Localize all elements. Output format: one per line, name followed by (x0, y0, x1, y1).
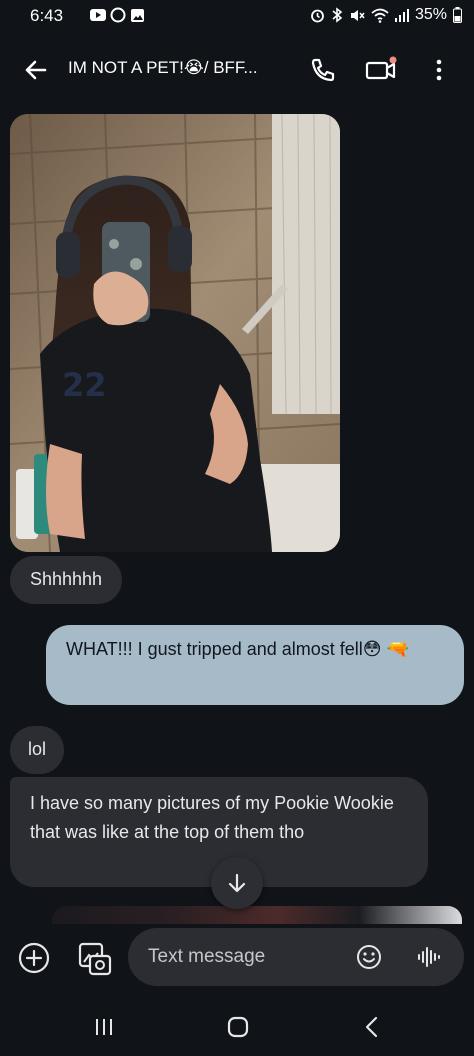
video-call-button[interactable] (362, 52, 400, 88)
image-message-partial[interactable] (52, 906, 462, 924)
gallery-button[interactable] (76, 940, 112, 978)
voice-message-button[interactable] (414, 942, 444, 972)
message-text: lol (28, 739, 47, 759)
signal-icon (394, 9, 409, 22)
conversation-title[interactable]: IM NOT A PET!😭/ BFF... (68, 58, 298, 78)
message-text: I have so many pictures of my Pookie Woo… (30, 793, 394, 842)
status-bar: 6:43 35% (0, 0, 474, 34)
status-time: 6:43 (30, 6, 64, 25)
message-bubble-incoming[interactable]: lol (10, 726, 65, 774)
message-composer (0, 924, 474, 996)
youtube-icon (90, 9, 106, 21)
mute-icon (350, 9, 365, 21)
add-circle-icon (18, 942, 50, 974)
gallery-notification-icon (131, 8, 144, 22)
message-bubble-incoming[interactable]: Shhhhhh (10, 556, 123, 604)
system-icons: 35% (310, 6, 462, 24)
photo-gallery-icon (78, 942, 112, 976)
call-button[interactable] (304, 52, 340, 88)
wifi-icon (371, 8, 389, 23)
more-vert-icon (436, 59, 442, 81)
home-icon (227, 1016, 249, 1038)
image-message[interactable]: 22 (10, 114, 340, 552)
message-bubble-outgoing[interactable]: WHAT!!! I gust tripped and almost fell😳 … (46, 625, 464, 705)
arrow-back-icon (25, 60, 47, 80)
video-camera-icon (365, 56, 397, 80)
waveform-icon (418, 947, 440, 967)
back-button[interactable] (18, 52, 54, 88)
circle-app-icon (110, 7, 126, 23)
message-text: Shhhhhh (30, 569, 103, 589)
conversation-header: IM NOT A PET!😭/ BFF... (0, 34, 474, 106)
more-options-button[interactable] (424, 52, 454, 88)
recents-icon (96, 1019, 112, 1035)
home-button[interactable] (218, 1012, 258, 1042)
mirror-selfie-photo: 22 (10, 114, 340, 552)
notification-icons (90, 7, 145, 23)
bluetooth-icon (332, 7, 343, 23)
smiley-icon (357, 945, 381, 969)
alarm-icon (311, 9, 324, 22)
chevron-left-icon (365, 1016, 378, 1038)
system-navigation-bar (0, 996, 474, 1056)
message-input[interactable] (148, 942, 348, 972)
phone-icon (311, 58, 335, 82)
scroll-to-bottom-button[interactable] (211, 857, 263, 909)
battery-icon (453, 7, 462, 23)
attach-button[interactable] (16, 940, 52, 976)
arrow-down-icon (228, 873, 246, 893)
message-text: WHAT!!! I gust tripped and almost fell😳 … (66, 639, 409, 659)
message-input-container[interactable] (128, 928, 464, 986)
svg-text:22: 22 (62, 366, 107, 404)
recent-apps-button[interactable] (84, 1012, 124, 1042)
emoji-button[interactable] (354, 942, 384, 972)
message-list[interactable]: 22 Shhhhhh WHAT!!! I gust tripped and al… (0, 106, 474, 924)
back-nav-button[interactable] (352, 1012, 392, 1042)
battery-percent: 35% (414, 6, 447, 23)
